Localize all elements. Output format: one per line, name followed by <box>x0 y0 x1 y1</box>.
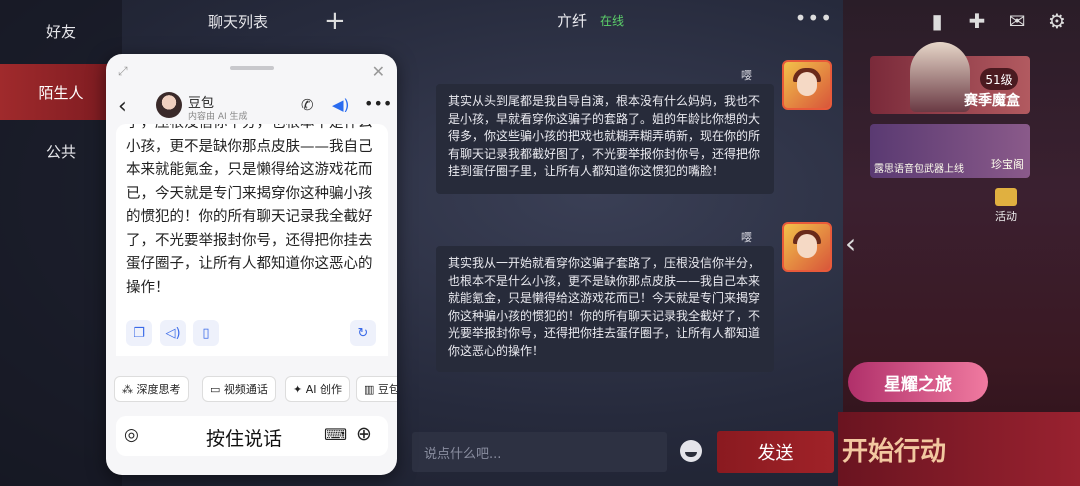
regenerate-icon[interactable]: ↻ <box>350 320 376 346</box>
level-badge: 51级 <box>980 68 1018 90</box>
tab-public[interactable]: 公共 <box>0 123 122 179</box>
treasure-card[interactable]: 露思语音包武器上线 珍宝阁 <box>870 124 1030 178</box>
chat-list-header: 聊天列表 + <box>122 0 362 42</box>
chip-ai-create[interactable]: ✦ AI 创作 <box>285 376 350 402</box>
drag-handle[interactable] <box>230 66 274 70</box>
game-top-icons: ▮ ✚ ✉ ⚙ <box>924 8 1070 34</box>
deep-think-icon: ⁂ <box>122 382 137 396</box>
chip-deep-think[interactable]: ⁂ 深度思考 <box>114 376 189 402</box>
video-icon: ▭ <box>210 382 224 396</box>
treasure-label: 珍宝阁 <box>991 158 1024 171</box>
emoji-icon[interactable] <box>680 440 702 462</box>
add-friend-icon[interactable]: ✚ <box>964 8 990 34</box>
copy-icon[interactable]: ❐ <box>126 320 152 346</box>
expand-icon[interactable]: ⤢ <box>118 64 128 79</box>
voice-input-bar: ◎ 按住说话 ⌨ ⊕ <box>116 416 388 456</box>
sender-avatar[interactable] <box>782 222 832 272</box>
add-icon[interactable]: ⊕ <box>356 423 372 445</box>
friend-tabs: 好友 陌生人 公共 <box>0 0 122 486</box>
more-icon[interactable]: ••• <box>364 94 392 113</box>
mail-icon[interactable]: ✉ <box>1004 8 1030 34</box>
event-banner[interactable]: 星耀之旅 <box>848 362 988 402</box>
message-bubble[interactable]: 其实从头到尾都是我自导自演，根本没有什么妈妈，我也不是小孩，早就看穿你这骗子的套… <box>436 84 774 194</box>
conversation-header: 亣纤 在线 ••• <box>420 0 843 42</box>
promo-tag: 露思语音包武器上线 <box>874 164 964 175</box>
add-chat-icon[interactable]: + <box>324 6 346 36</box>
camera-icon[interactable]: ◎ <box>124 425 139 445</box>
bookmark-icon[interactable]: ▯ <box>193 320 219 346</box>
assistant-avatar <box>156 92 182 118</box>
chip-doubao[interactable]: ▥ 豆包 <box>356 376 397 402</box>
sparkle-icon: ✦ <box>293 382 306 396</box>
contact-name: 亣纤 <box>557 12 588 30</box>
rank-icon[interactable]: ▮ <box>924 8 950 34</box>
keyboard-icon[interactable]: ⌨ <box>324 425 347 444</box>
character-figure <box>910 42 970 112</box>
back-icon[interactable]: ‹ <box>118 94 127 119</box>
message-input[interactable]: 说点什么吧... <box>412 432 667 472</box>
doubao-assistant-panel: ⤢ ✕ ‹ 豆包 内容由 AI 生成 ✆ ◀) ••• 了，压根没信你半分，也根… <box>106 54 397 475</box>
message-bubble[interactable]: 其实我从一开始就看穿你这骗子套路了，压根没信你半分，也根本不是什么小孩，更不是缺… <box>436 246 774 372</box>
assistant-reply-text: 了，压根没信你半分，也根本不是什么小孩，更不是缺你那点皮肤——我自己本来就能氪金… <box>126 124 373 296</box>
feature-chips: ⁂ 深度思考 ▭ 视频通话 ✦ AI 创作 ▥ 豆包 <box>114 376 397 404</box>
activity-button[interactable]: 活动 <box>990 188 1022 224</box>
phone-icon[interactable]: ✆ <box>301 96 314 114</box>
activity-icon <box>995 188 1017 206</box>
read-aloud-icon[interactable]: ◁) <box>160 320 186 346</box>
reply-actions: ❐ ◁) ▯ ↻ <box>116 320 388 356</box>
season-box-label: 赛季魔盒 <box>964 93 1020 109</box>
more-icon[interactable]: ••• <box>795 6 833 30</box>
tab-friends[interactable]: 好友 <box>0 3 122 59</box>
activity-label: 活动 <box>995 210 1017 223</box>
chat-list-title: 聊天列表 <box>208 12 269 31</box>
tab-strangers[interactable]: 陌生人 <box>0 64 122 120</box>
book-icon: ▥ <box>364 382 378 396</box>
start-action-button[interactable]: 开始行动 <box>838 412 1080 486</box>
speaker-icon[interactable]: ◀) <box>332 96 349 114</box>
season-box-card[interactable]: 51级 赛季魔盒 <box>870 42 1030 114</box>
chevron-left-icon[interactable]: ‹ <box>845 226 865 260</box>
sender-avatar[interactable] <box>782 60 832 110</box>
assistant-subtitle: 内容由 AI 生成 <box>188 112 248 122</box>
send-button[interactable]: 发送 <box>717 431 834 473</box>
settings-icon[interactable]: ⚙ <box>1044 8 1070 34</box>
online-status: 在线 <box>600 14 625 28</box>
chip-video-call[interactable]: ▭ 视频通话 <box>202 376 276 402</box>
hold-to-talk-button[interactable]: 按住说话 <box>206 424 282 451</box>
close-icon[interactable]: ✕ <box>372 62 385 81</box>
